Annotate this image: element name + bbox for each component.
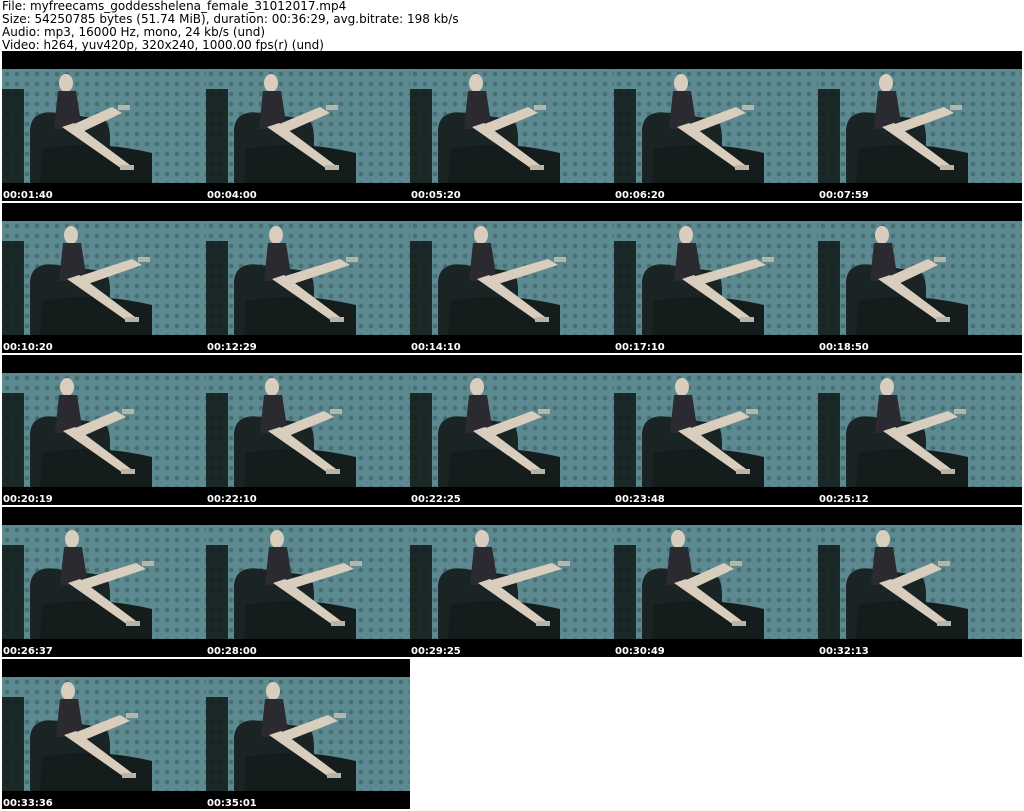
thumbnail-timestamp: 00:22:10 bbox=[207, 494, 257, 505]
video-thumbnail bbox=[614, 525, 818, 639]
thumbnail-timestamp: 00:17:10 bbox=[615, 342, 665, 353]
video-thumbnail bbox=[2, 69, 206, 183]
thumbnail-row: 00:20:19 00:22:10 00:22:25 00:23:48 00:25:12 bbox=[2, 355, 1022, 505]
thumbnail-timestamp: 00:04:00 bbox=[207, 190, 257, 201]
thumbnail-timestamp: 00:18:50 bbox=[819, 342, 869, 353]
video-thumbnail bbox=[818, 373, 1022, 487]
video-thumbnail bbox=[206, 525, 410, 639]
thumbnail-timestamp: 00:28:00 bbox=[207, 646, 257, 657]
video-thumbnail bbox=[410, 373, 614, 487]
video-thumbnail bbox=[614, 373, 818, 487]
video-thumbnail bbox=[410, 525, 614, 639]
thumbnail-timestamp: 00:35:01 bbox=[207, 798, 257, 809]
thumbnail-timestamp: 00:10:20 bbox=[3, 342, 53, 353]
thumbnail-timestamp: 00:22:25 bbox=[411, 494, 461, 505]
video-thumbnail bbox=[2, 373, 206, 487]
video-thumbnail bbox=[818, 525, 1022, 639]
thumbnail-timestamp: 00:01:40 bbox=[3, 190, 53, 201]
thumbnail-row: 00:26:37 00:28:00 00:29:25 00:30:49 00:32:13 bbox=[2, 507, 1022, 657]
thumbnail-row: 00:01:40 00:04:00 00:05:20 00:06:20 00:07:59 bbox=[2, 51, 1022, 201]
video-thumbnail bbox=[2, 525, 206, 639]
video-thumbnail bbox=[2, 221, 206, 335]
video-thumbnail bbox=[818, 69, 1022, 183]
thumbnail-timestamp: 00:25:12 bbox=[819, 494, 869, 505]
thumbnail-timestamp: 00:05:20 bbox=[411, 190, 461, 201]
file-info-header: File: myfreecams_goddesshelena_female_31… bbox=[2, 0, 1022, 52]
video-thumbnail bbox=[410, 221, 614, 335]
video-thumbnail bbox=[614, 69, 818, 183]
thumbnail-timestamp: 00:20:19 bbox=[3, 494, 53, 505]
thumbnail-timestamp: 00:14:10 bbox=[411, 342, 461, 353]
thumbnail-timestamp: 00:33:36 bbox=[3, 798, 53, 809]
thumbnail-row: 00:33:36 00:35:01 bbox=[2, 659, 1022, 809]
video-thumbnail bbox=[206, 221, 410, 335]
thumbnail-timestamp: 00:06:20 bbox=[615, 190, 665, 201]
top-black-bar bbox=[2, 51, 1022, 69]
thumbnail-timestamp: 00:29:25 bbox=[411, 646, 461, 657]
video-thumbnail bbox=[614, 221, 818, 335]
video-thumbnail bbox=[206, 373, 410, 487]
video-thumbnail bbox=[410, 69, 614, 183]
video-thumbnail bbox=[2, 677, 206, 791]
thumbnail-timestamp: 00:26:37 bbox=[3, 646, 53, 657]
video-thumbnail bbox=[818, 221, 1022, 335]
thumbnail-timestamp: 00:23:48 bbox=[615, 494, 665, 505]
video-thumbnail bbox=[206, 677, 410, 791]
thumbnail-row: 00:10:20 00:12:29 00:14:10 00:17:10 00:18:50 bbox=[2, 203, 1022, 353]
thumbnail-timestamp: 00:12:29 bbox=[207, 342, 257, 353]
thumbnail-timestamp: 00:07:59 bbox=[819, 190, 869, 201]
thumbnail-timestamp: 00:30:49 bbox=[615, 646, 665, 657]
video-thumbnail bbox=[206, 69, 410, 183]
thumbnail-timestamp: 00:32:13 bbox=[819, 646, 869, 657]
